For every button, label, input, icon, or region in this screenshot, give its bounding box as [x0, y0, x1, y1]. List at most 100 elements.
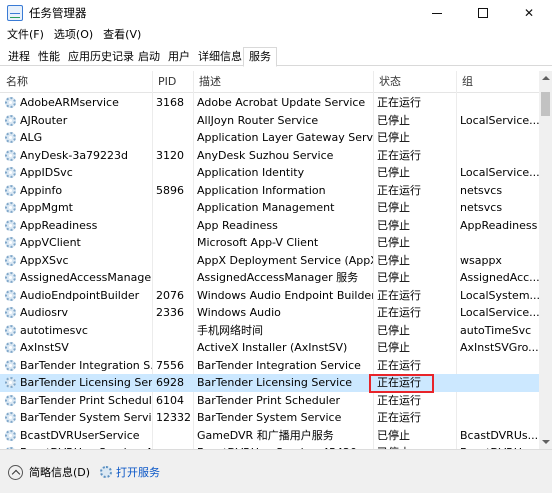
service-pid [152, 164, 193, 182]
service-name: AppIDSvc [20, 166, 73, 179]
table-row[interactable]: BarTender Integration S... 7556 BarTender … [0, 357, 539, 375]
service-description: Application Information [197, 183, 326, 197]
service-pid [152, 269, 193, 287]
service-name: AnyDesk-3a79223d [20, 148, 129, 162]
scroll-up-icon[interactable] [542, 76, 550, 80]
tab-users[interactable]: 用户 [162, 47, 196, 66]
service-description: AppX Deployment Service (AppX... [197, 253, 373, 267]
table-row[interactable]: autotimesvc 手机网络时间 已停止 autoTimeSvc [0, 322, 539, 340]
scrollbar-thumb[interactable] [541, 92, 550, 116]
table-row[interactable]: BarTender Licensing Ser... 6928 BarTender … [0, 374, 539, 392]
service-pid [152, 427, 193, 445]
maximize-icon [478, 8, 488, 18]
service-status: 正在运行 [377, 411, 421, 424]
tab-details[interactable]: 详细信息 [192, 47, 248, 66]
service-name: BcastDVRUserService [20, 428, 140, 442]
table-row[interactable]: BarTender System Service 12332 BarTender S… [0, 409, 539, 427]
service-status: 已停止 [377, 428, 410, 442]
service-group: LocalSystem... [460, 288, 539, 302]
table-row[interactable]: ALG Application Layer Gateway Service 已停止 [0, 129, 539, 147]
scroll-down-icon[interactable] [542, 440, 550, 444]
table-row[interactable]: AppVClient Microsoft App-V Client 已停止 [0, 234, 539, 252]
service-pid: 6928 [156, 376, 184, 389]
service-status: 正在运行 [377, 306, 421, 319]
service-pid [152, 234, 193, 252]
close-button[interactable]: ✕ [506, 0, 552, 26]
service-status: 正在运行 [377, 288, 421, 302]
service-status: 已停止 [377, 131, 410, 144]
fewer-details-button[interactable]: 简略信息(D) [29, 464, 90, 481]
table-row[interactable]: AssignedAccessManager... AssignedAccessMa… [0, 269, 539, 287]
minimize-button[interactable] [414, 0, 460, 26]
table-row[interactable]: Appinfo 5896 Application Information 正在运行 ne… [0, 182, 539, 200]
service-pid: 6104 [156, 393, 184, 407]
service-pid: 12332 [156, 411, 191, 424]
column-header-description[interactable]: 描述 [193, 71, 221, 93]
table-row[interactable]: AxInstSV ActiveX Installer (AxInstSV) 已停止 A… [0, 339, 539, 357]
service-description: App Readiness [197, 218, 278, 232]
service-status: 已停止 [377, 218, 410, 232]
table-row[interactable]: BarTender Print Scheduler 6104 BarTender P… [0, 392, 539, 410]
menu-view[interactable]: 查看(V) [98, 26, 146, 44]
service-group [456, 147, 539, 165]
service-description: Microsoft App-V Client [197, 236, 319, 249]
window-title: 任务管理器 [29, 6, 87, 20]
service-description: Application Identity [197, 166, 305, 179]
column-header-group[interactable]: 组 [456, 71, 473, 93]
service-pid: 3168 [156, 96, 184, 109]
title-bar: 任务管理器 ✕ [0, 0, 552, 26]
service-description: Windows Audio Endpoint Builder [197, 288, 373, 302]
tab-startup[interactable]: 启动 [132, 47, 166, 66]
service-group [456, 234, 539, 252]
service-group: AssignedAcc... [460, 271, 539, 284]
table-row[interactable]: AJRouter AllJoyn Router Service 已停止 LocalSe… [0, 112, 539, 130]
menu-options[interactable]: 选项(O) [49, 26, 98, 44]
column-header-pid[interactable]: PID [152, 71, 176, 93]
service-group: netsvcs [460, 183, 503, 197]
vertical-scrollbar[interactable] [539, 71, 552, 449]
service-status: 正在运行 [377, 96, 421, 109]
table-row[interactable]: AppReadiness App Readiness 已停止 AppReadiness [0, 217, 539, 235]
status-highlight-box [369, 374, 434, 393]
service-name: BarTender Licensing Ser... [20, 376, 152, 389]
services-table: 名称 PID 描述 状态 组 AdobeARMservice 3168 Adobe … [0, 71, 552, 449]
open-services-link[interactable]: 打开服务 [116, 464, 160, 481]
service-description: Windows Audio [197, 306, 281, 319]
column-header-name[interactable]: 名称 [0, 71, 28, 93]
tab-services[interactable]: 服务 [243, 47, 277, 67]
service-name: Audiosrv [20, 306, 69, 319]
service-name: Appinfo [20, 183, 63, 197]
service-pid [152, 129, 193, 147]
service-pid [152, 199, 193, 217]
tab-processes[interactable]: 进程 [2, 47, 36, 66]
close-icon: ✕ [523, 6, 535, 20]
table-row[interactable]: AnyDesk-3a79223d 3120 AnyDesk Suzhou Servi… [0, 147, 539, 165]
table-row[interactable]: BcastDVRUserService GameDVR 和广播用户服务 已停止 Bca… [0, 427, 539, 445]
table-row[interactable]: AppMgmt Application Management 已停止 netsvcs [0, 199, 539, 217]
menu-file[interactable]: 文件(F) [2, 26, 49, 44]
table-row[interactable]: AdobeARMservice 3168 Adobe Acrobat Update … [0, 94, 539, 112]
tab-app-history[interactable]: 应用历史记录 [62, 47, 140, 66]
maximize-button[interactable] [460, 0, 506, 26]
table-row[interactable]: AudioEndpointBuilder 2076 Windows Audio En… [0, 287, 539, 305]
service-group: LocalService... [460, 306, 539, 319]
service-name: AppReadiness [20, 218, 98, 232]
service-status: 已停止 [377, 323, 410, 337]
table-header: 名称 PID 描述 状态 组 [0, 71, 539, 93]
service-name: AssignedAccessManager... [20, 271, 152, 284]
column-header-status[interactable]: 状态 [373, 71, 401, 93]
table-row[interactable]: AppIDSvc Application Identity 已停止 LocalServ… [0, 164, 539, 182]
footer-bar: 简略信息(D) 打开服务 [0, 449, 552, 493]
service-status: 正在运行 [377, 183, 421, 197]
service-group [456, 94, 539, 112]
service-group [456, 392, 539, 410]
service-group [456, 374, 539, 392]
tab-performance[interactable]: 性能 [32, 47, 66, 66]
service-pid [152, 112, 193, 130]
chevron-up-icon[interactable] [8, 465, 23, 480]
table-row[interactable]: AppXSvc AppX Deployment Service (AppX... 已… [0, 252, 539, 270]
table-row[interactable]: Audiosrv 2336 Windows Audio 正在运行 LocalServic… [0, 304, 539, 322]
service-status: 已停止 [377, 341, 410, 354]
service-name: BarTender Print Scheduler [20, 393, 152, 407]
services-gear-icon [100, 466, 112, 478]
